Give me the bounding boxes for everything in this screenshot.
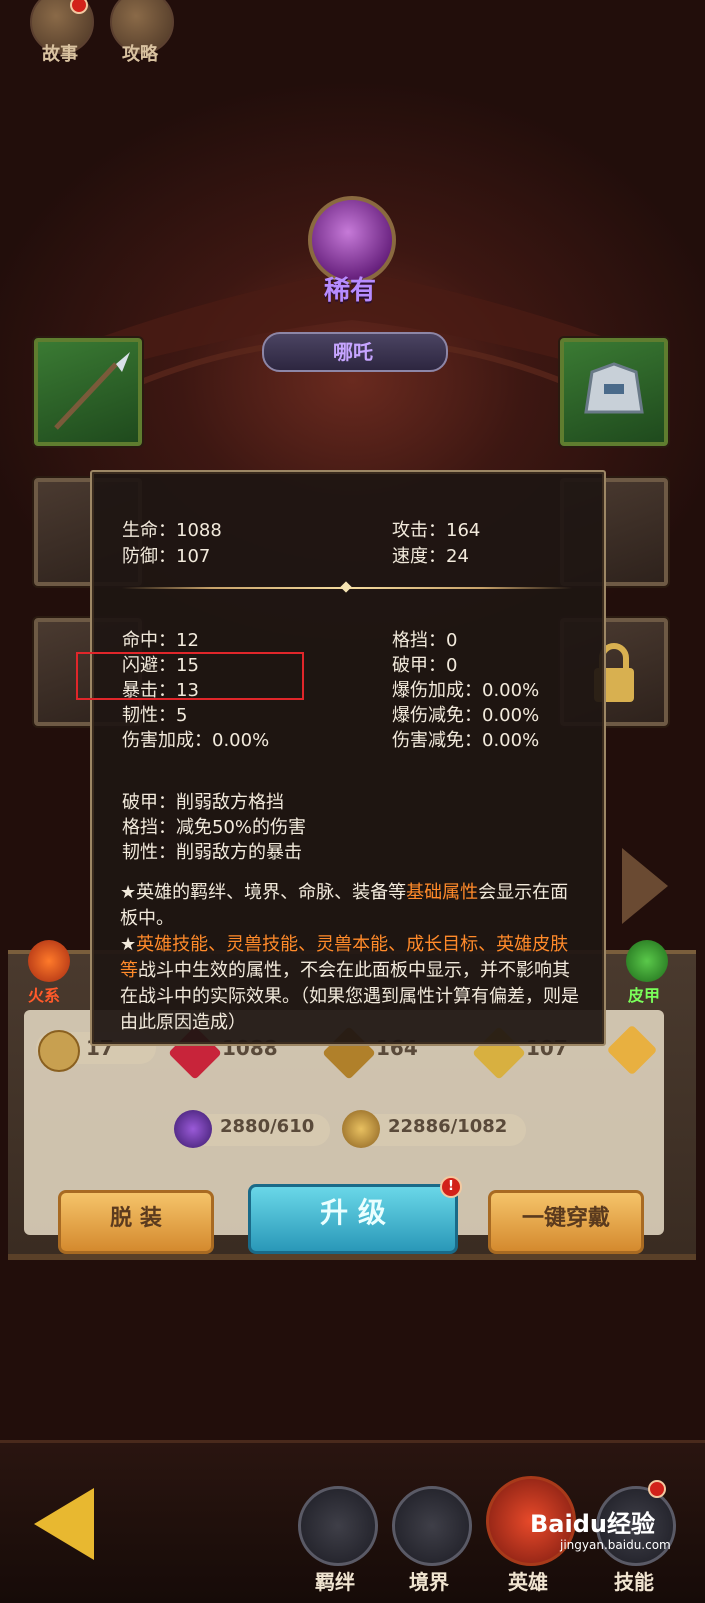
stat-damage-reduction: 伤害减免：0.00% (392, 730, 540, 751)
stat-accuracy: 命中：12 (122, 630, 199, 651)
nav-realm-label: 境界 (409, 1570, 449, 1594)
note-battle-attributes: ★英雄技能、灵兽技能、灵兽本能、成长目标、英雄皮肤等战斗中生效的属性，不会在此面… (120, 932, 580, 1036)
nav-bond-button[interactable] (298, 1486, 378, 1566)
armor-type-label: 皮甲 (628, 986, 661, 1005)
nav-bond-label: 羁绊 (315, 1570, 355, 1594)
back-arrow-icon[interactable] (34, 1488, 94, 1560)
next-arrow-icon[interactable] (622, 848, 668, 924)
armor-icon (584, 362, 644, 414)
story-label: 故事 (42, 44, 78, 65)
note2-text-c: 战斗中生效的属性，不会在此面板中显示，并不影响其在战斗中的实际效果。（如果您遇到… (120, 960, 579, 1033)
stat-damage-bonus: 伤害加成：0.00% (122, 730, 270, 751)
baidu-watermark-url: jingyan.baidu.com (560, 1538, 671, 1552)
exp-orb-icon (174, 1110, 212, 1148)
armor-slot[interactable] (560, 338, 668, 446)
stat-speed: 速度：24 (392, 546, 469, 567)
stat-toughness: 韧性：5 (122, 705, 188, 726)
nav-hero-label: 英雄 (508, 1570, 548, 1594)
equip-all-button[interactable]: 一键穿戴 (488, 1190, 644, 1254)
nav-skill-label: 技能 (614, 1570, 654, 1594)
fire-element-icon (28, 940, 70, 982)
explain-toughness: 韧性：削弱敌方的暴击 (122, 842, 302, 863)
stat-block: 格挡：0 (392, 630, 458, 651)
stat-crit-damage: 爆伤加成：0.00% (392, 680, 540, 701)
skill-alert-dot (648, 1480, 666, 1498)
stat-attack: 攻击：164 (392, 520, 481, 541)
element-label: 火系 (28, 986, 61, 1005)
note2-text-a: ★ (120, 934, 137, 955)
baidu-watermark: Baidu经验 (530, 1510, 655, 1538)
stat-defense: 防御：107 (122, 546, 211, 567)
gold-coin-icon (342, 1110, 380, 1148)
explain-armor-break: 破甲：削弱敌方格挡 (122, 792, 284, 813)
armor-type-icon (626, 940, 668, 982)
crit-highlight-box (76, 652, 304, 700)
unequip-button[interactable]: 脱 装 (58, 1190, 214, 1254)
stat-crit-reduction: 爆伤减免：0.00% (392, 705, 540, 726)
upgrade-alert-dot: ! (440, 1176, 462, 1198)
stat-hp: 生命：1088 (122, 520, 222, 541)
nav-realm-button[interactable] (392, 1486, 472, 1566)
level-icon (38, 1030, 80, 1072)
note-base-attributes: ★英雄的羁绊、境界、命脉、装备等基础属性会显示在面板中。 (120, 880, 580, 932)
guide-label: 攻略 (122, 44, 158, 65)
stat-armor-break: 破甲：0 (392, 655, 458, 676)
upgrade-button[interactable]: 升 级 (248, 1184, 458, 1254)
explain-block: 格挡：减免50%的伤害 (122, 817, 307, 838)
exp-resource-value: 2880/610 (220, 1116, 315, 1137)
weapon-slot[interactable] (34, 338, 142, 446)
rarity-label: 稀有 (323, 276, 376, 306)
note1-highlight: 基础属性 (406, 882, 479, 903)
hero-name: 哪吒 (333, 340, 373, 364)
spear-icon (54, 352, 130, 430)
gold-resource-value: 22886/1082 (388, 1116, 508, 1137)
note1-text-a: ★英雄的羁绊、境界、命脉、装备等 (120, 882, 407, 903)
